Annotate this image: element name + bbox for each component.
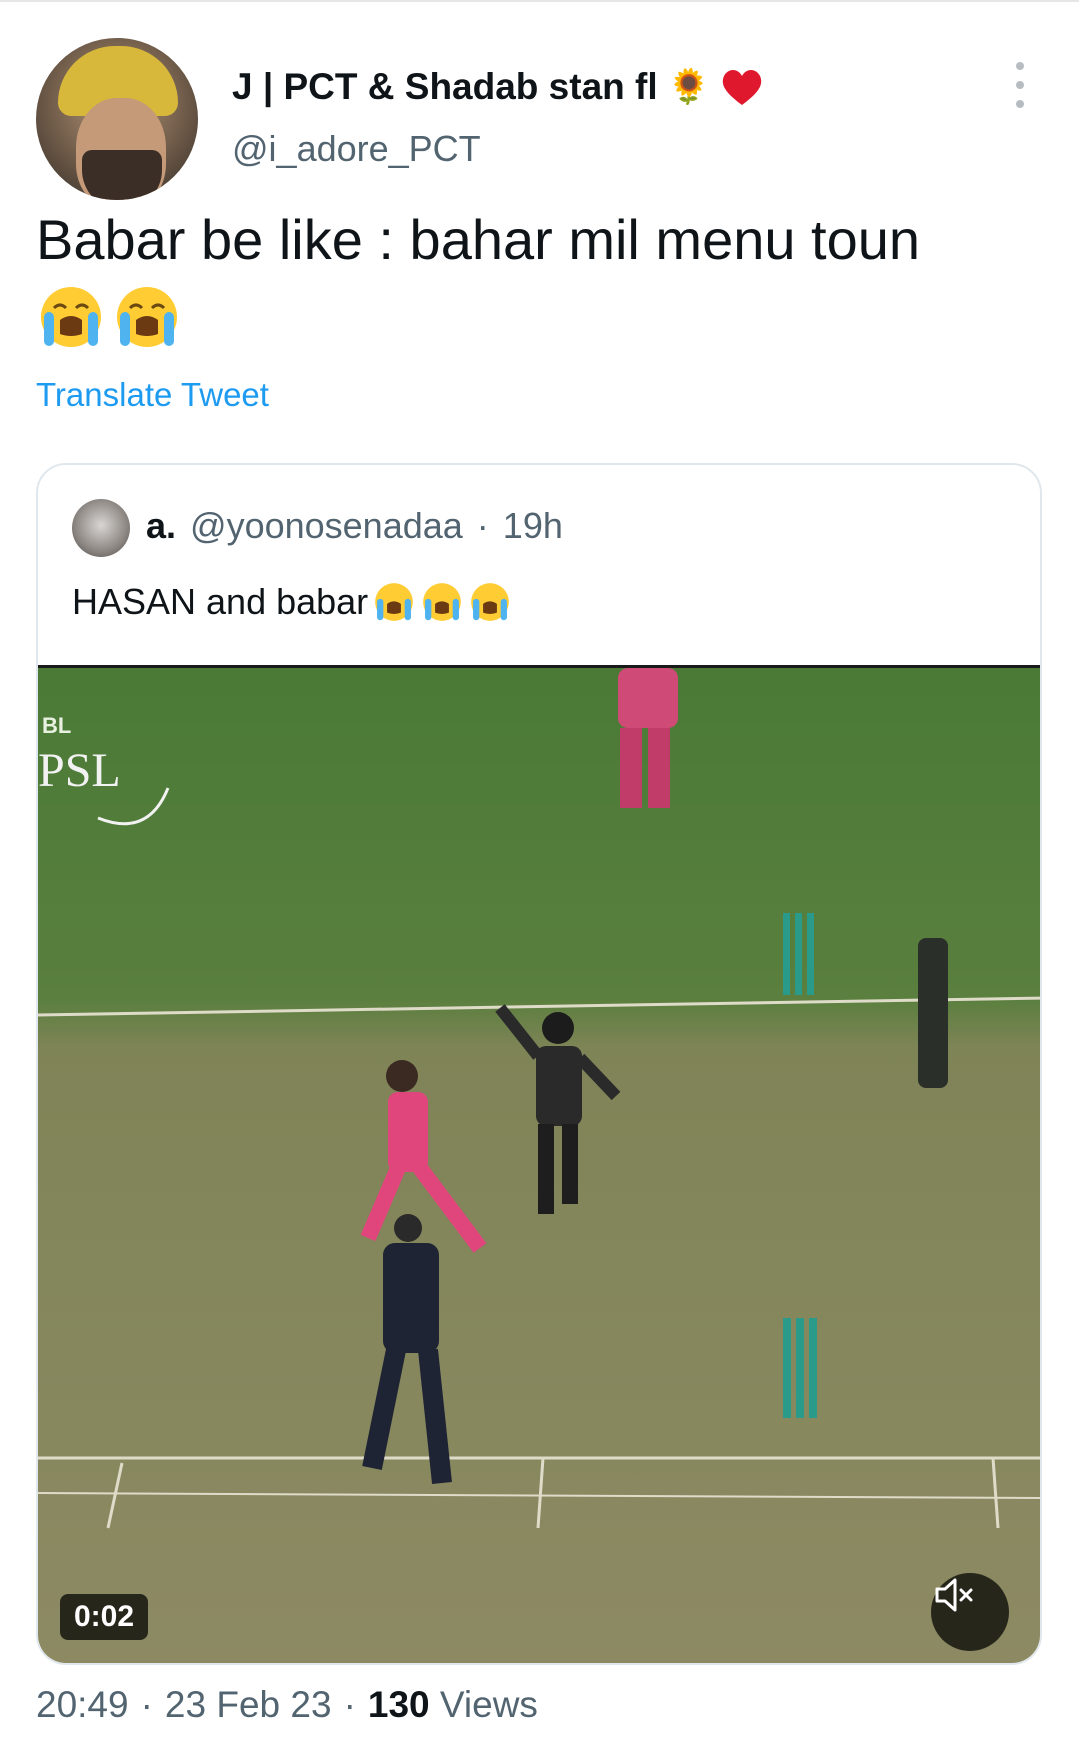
tweet-time[interactable]: 20:49 xyxy=(36,1684,129,1726)
loudly-crying-face-icon xyxy=(471,583,510,621)
quoted-tweet-age[interactable]: 19h xyxy=(503,505,563,547)
stumps-top xyxy=(783,913,814,995)
quoted-tweet-header: a. @yoonosenadaa · 19h xyxy=(146,505,563,547)
cricket-pitch-frame: BL PSL xyxy=(38,668,1040,1663)
psl-watermark-prefix: BL xyxy=(42,713,71,738)
tweet-emoji-row xyxy=(36,282,182,352)
views-count: 130 xyxy=(367,1684,430,1725)
unmute-button[interactable] xyxy=(931,1573,1009,1651)
quoted-author-avatar[interactable] xyxy=(72,499,130,557)
tweet-meta: 20:49 · 23 Feb 23 · 130 Views xyxy=(36,1684,538,1726)
separator-dot: · xyxy=(343,1684,356,1725)
separator-dot: · xyxy=(140,1684,153,1725)
loudly-crying-face-icon xyxy=(117,287,177,347)
author-name-row[interactable]: J | PCT & Shadab stan fl 🌻 xyxy=(232,62,764,112)
top-divider xyxy=(0,0,1079,2)
stumps-bottom xyxy=(783,1318,817,1418)
player-pink-top xyxy=(618,668,678,808)
quoted-tweet-text: HASAN and babar xyxy=(72,581,369,622)
sunflower-icon: 🌻 xyxy=(667,68,710,106)
author-handle[interactable]: @i_adore_PCT xyxy=(232,128,481,170)
tweet-date[interactable]: 23 Feb 23 xyxy=(165,1684,332,1726)
quoted-author-name[interactable]: a. xyxy=(146,505,176,547)
psl-watermark: PSL xyxy=(38,744,121,797)
loudly-crying-face-icon xyxy=(41,287,101,347)
loudly-crying-face-icon xyxy=(375,583,414,621)
video-player[interactable]: BL PSL 0:02 xyxy=(38,665,1040,1663)
author-display-name[interactable]: J | PCT & Shadab stan fl xyxy=(232,66,658,108)
quoted-author-handle[interactable]: @yoonosenadaa xyxy=(190,505,463,547)
muted-speaker-icon xyxy=(935,1578,973,1612)
author-avatar[interactable] xyxy=(36,38,198,200)
tweet-text: Babar be like : bahar mil menu toun xyxy=(36,208,921,271)
translate-tweet-link[interactable]: Translate Tweet xyxy=(36,376,269,414)
video-duration: 0:02 xyxy=(60,1594,149,1640)
loudly-crying-face-icon xyxy=(423,583,462,621)
more-options-icon[interactable] xyxy=(1010,62,1030,108)
red-heart-icon xyxy=(722,70,762,105)
views-label: Views xyxy=(439,1684,538,1725)
quoted-tweet-card[interactable]: a. @yoonosenadaa · 19h HASAN and babar B… xyxy=(36,463,1042,1665)
quoted-tweet-text-row: HASAN and babar xyxy=(72,580,512,624)
separator-dot: · xyxy=(476,505,489,546)
player-right-edge xyxy=(918,938,948,1088)
